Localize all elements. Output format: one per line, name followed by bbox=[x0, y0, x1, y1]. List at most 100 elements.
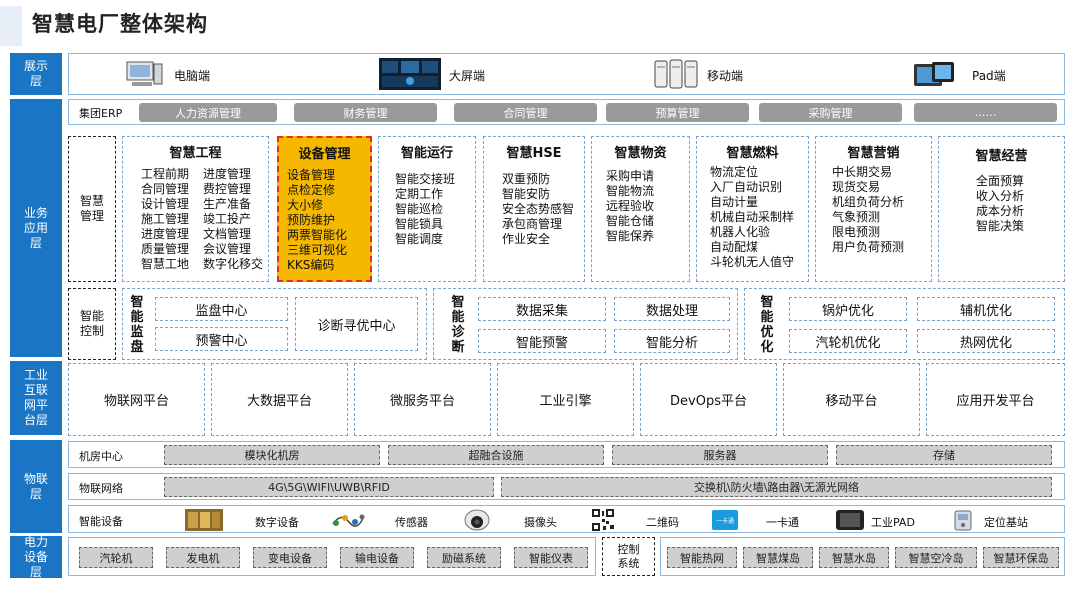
control-item: 诊断寻优中心 bbox=[295, 297, 418, 351]
mgmt-column-operation: 智能运行 智能交接班 定期工作 智能巡检 智能锁具 智能调度 bbox=[378, 136, 476, 282]
iot-room-row: 机房中心 模块化机房 超融合设施 服务器 存储 bbox=[68, 441, 1065, 468]
group-title: 智能优化 bbox=[760, 295, 774, 355]
camera-icon bbox=[463, 508, 491, 532]
column-title: 智慧经营 bbox=[975, 149, 1028, 164]
mgmt-column-materials: 智慧物资 采购申请 智能物流 远程验收 智能仓储 智能保养 bbox=[591, 136, 690, 282]
column-title: 智慧燃料 bbox=[726, 146, 779, 161]
device-label: 传感器 bbox=[395, 516, 428, 529]
column-title: 设备管理 bbox=[298, 147, 351, 162]
erp-row: 集团ERP 人力资源管理 财务管理 合同管理 预算管理 采购管理 …… bbox=[68, 99, 1065, 125]
erp-item: 人力资源管理 bbox=[139, 103, 277, 122]
erp-label: 集团ERP bbox=[79, 107, 123, 120]
erp-item: …… bbox=[914, 103, 1057, 122]
iot-item: 服务器 bbox=[612, 445, 828, 465]
iot-item: 模块化机房 bbox=[164, 445, 380, 465]
computer-icon bbox=[124, 60, 164, 88]
power-item: 输电设备 bbox=[340, 547, 414, 568]
device-label: 工业PAD bbox=[871, 516, 915, 529]
display-label-mobile: 移动端 bbox=[707, 69, 744, 83]
display-label-screen: 大屏端 bbox=[449, 69, 486, 83]
platform-item: 微服务平台 bbox=[354, 363, 491, 436]
layer-label-display: 展示层 bbox=[10, 53, 62, 95]
card-icon: 一卡通 bbox=[712, 510, 738, 530]
mgmt-column-engineering: 智慧工程 工程前期 合同管理 设计管理 施工管理 进度管理 质量管理 智慧工地 … bbox=[122, 136, 269, 282]
control-item: 热网优化 bbox=[917, 329, 1055, 353]
mgmt-column-fuel: 智慧燃料 物流定位 入厂自动识别 自动计量 机械自动采制样 机器人化验 自动配煤… bbox=[696, 136, 809, 282]
column-items-left: 工程前期 合同管理 设计管理 施工管理 进度管理 质量管理 智慧工地 bbox=[141, 167, 190, 271]
device-label: 摄像头 bbox=[524, 516, 557, 529]
display-row: 电脑端 大屏端 移动端 Pad端 bbox=[68, 53, 1065, 95]
power-item: 发电机 bbox=[166, 547, 240, 568]
platform-item: 应用开发平台 bbox=[926, 363, 1065, 436]
platform-item: 物联网平台 bbox=[68, 363, 205, 436]
mobile-icon bbox=[654, 59, 698, 89]
column-items: 双重预防 智能安防 安全态势感智 承包商管理 作业安全 bbox=[502, 172, 575, 246]
erp-item: 财务管理 bbox=[294, 103, 437, 122]
power-devices-row: 汽轮机 发电机 变电设备 输电设备 励磁系统 智能仪表 bbox=[68, 537, 596, 576]
erp-item: 采购管理 bbox=[759, 103, 902, 122]
mgmt-column-business: 智慧经营 全面预算 收入分析 成本分析 智能决策 bbox=[938, 136, 1065, 282]
layer-label-platform: 工业互联网平台层 bbox=[10, 361, 62, 435]
control-system-item: 智慧空冷岛 bbox=[895, 547, 977, 568]
control-item: 汽轮机优化 bbox=[789, 329, 907, 353]
device-label: 数字设备 bbox=[255, 516, 299, 529]
layer-label-business: 业务应用层 bbox=[10, 99, 62, 357]
qrcode-icon bbox=[591, 508, 615, 532]
platform-item: 移动平台 bbox=[783, 363, 920, 436]
iot-item: 4G\5G\WIFI\UWB\RFID bbox=[164, 477, 494, 497]
control-item: 监盘中心 bbox=[155, 297, 288, 321]
control-system-item: 智慧水岛 bbox=[819, 547, 889, 568]
mgmt-column-marketing: 智慧营销 中长期交易 现货交易 机组负荷分析 气象预测 限电预测 用户负荷预测 bbox=[815, 136, 932, 282]
column-items: 设备管理 点检定修 大小修 预防维护 两票智能化 三维可视化 KKS编码 bbox=[287, 168, 348, 272]
control-system-item: 智慧环保岛 bbox=[983, 547, 1059, 568]
smart-control-label: 智能控制 bbox=[68, 288, 116, 360]
column-items-right: 进度管理 费控管理 生产准备 竣工投产 文档管理 会议管理 数字化移交 bbox=[203, 167, 264, 271]
column-items: 中长期交易 现货交易 机组负荷分析 气象预测 限电预测 用户负荷预测 bbox=[832, 165, 905, 254]
erp-item: 合同管理 bbox=[454, 103, 597, 122]
column-items: 物流定位 入厂自动识别 自动计量 机械自动采制样 机器人化验 自动配煤 斗轮机无… bbox=[710, 165, 795, 269]
platform-item: 大数据平台 bbox=[211, 363, 348, 436]
base-station-icon bbox=[951, 508, 975, 532]
column-title: 智慧HSE bbox=[506, 146, 562, 161]
control-monitor-group: 智能监盘 监盘中心 预警中心 诊断寻优中心 bbox=[122, 288, 427, 360]
layer-label-iot: 物联层 bbox=[10, 440, 62, 533]
erp-item: 预算管理 bbox=[606, 103, 749, 122]
control-item: 辅机优化 bbox=[917, 297, 1055, 321]
column-title: 智慧营销 bbox=[847, 146, 900, 161]
mgmt-column-hse: 智慧HSE 双重预防 智能安防 安全态势感智 承包商管理 作业安全 bbox=[483, 136, 585, 282]
industrial-pad-icon bbox=[835, 509, 865, 531]
column-title: 智慧物资 bbox=[614, 146, 667, 161]
smart-management-label: 智慧管理 bbox=[68, 136, 116, 282]
column-items: 全面预算 收入分析 成本分析 智能决策 bbox=[976, 174, 1025, 233]
iot-row-label: 物联网络 bbox=[79, 482, 123, 495]
sensor-icon bbox=[331, 510, 365, 530]
control-optimize-group: 智能优化 锅炉优化 辅机优化 汽轮机优化 热网优化 bbox=[744, 288, 1065, 360]
layer-label-power: 电力设备层 bbox=[10, 535, 62, 579]
control-item: 智能预警 bbox=[478, 329, 606, 353]
control-item: 智能分析 bbox=[614, 329, 730, 353]
power-item: 智能仪表 bbox=[514, 547, 588, 568]
title-accent bbox=[0, 6, 22, 46]
control-system-item: 智能热网 bbox=[667, 547, 737, 568]
big-screen-icon bbox=[379, 58, 441, 90]
column-items: 智能交接班 定期工作 智能巡检 智能锁具 智能调度 bbox=[395, 172, 456, 246]
device-label: 定位基站 bbox=[984, 516, 1028, 529]
iot-item: 存储 bbox=[836, 445, 1052, 465]
iot-row-label: 机房中心 bbox=[79, 450, 123, 463]
group-title: 智能监盘 bbox=[130, 295, 144, 355]
control-item: 数据采集 bbox=[478, 297, 606, 321]
column-items: 采购申请 智能物流 远程验收 智能仓储 智能保养 bbox=[606, 169, 655, 243]
iot-devices-row: 智能设备 数字设备 传感器 摄像头 二维码 一卡通 一卡通 工业PAD 定位基站 bbox=[68, 505, 1065, 533]
iot-row-label: 智能设备 bbox=[79, 515, 123, 528]
column-title: 智能运行 bbox=[400, 146, 453, 161]
control-diagnose-group: 智能诊断 数据采集 数据处理 智能预警 智能分析 bbox=[433, 288, 738, 360]
digital-device-icon bbox=[185, 509, 223, 531]
control-item: 数据处理 bbox=[614, 297, 730, 321]
power-item: 变电设备 bbox=[253, 547, 327, 568]
device-label: 二维码 bbox=[646, 516, 679, 529]
iot-network-row: 物联网络 4G\5G\WIFI\UWB\RFID 交换机\防火墙\路由器\无源光… bbox=[68, 473, 1065, 500]
control-item: 预警中心 bbox=[155, 327, 288, 351]
device-label: 一卡通 bbox=[766, 516, 799, 529]
mgmt-column-equipment: 设备管理 设备管理 点检定修 大小修 预防维护 两票智能化 三维可视化 KKS编… bbox=[277, 136, 372, 282]
control-systems-row: 智能热网 智慧煤岛 智慧水岛 智慧空冷岛 智慧环保岛 bbox=[660, 537, 1065, 576]
